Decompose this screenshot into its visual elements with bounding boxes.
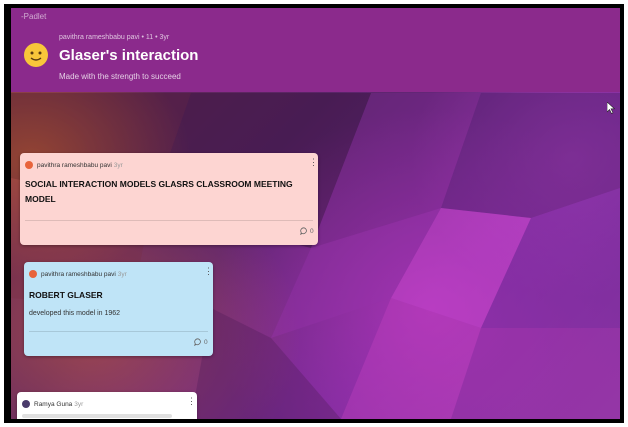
post-time: 3yr xyxy=(74,400,84,408)
post-title-line-1: SOCIAL INTERACTION MODELS GLASRS CLASSRO… xyxy=(25,179,293,189)
post-content-blurred xyxy=(22,414,172,418)
post-header: pavithra rameshbabu pavi 3yr xyxy=(25,159,123,171)
comment-count: 0 xyxy=(204,338,208,346)
post-title-line-2: MODEL xyxy=(25,194,56,204)
comment-icon xyxy=(300,227,307,235)
comment-icon xyxy=(194,338,201,346)
post-time: 3yr xyxy=(117,270,127,278)
mouse-cursor-icon xyxy=(607,102,615,114)
board-subtitle: Made with the strength to succeed xyxy=(59,72,181,81)
screenshot-frame: -Padlet pavithra rameshbabu pavi • 11 • … xyxy=(4,4,624,423)
post-divider xyxy=(29,331,208,332)
post-title: ROBERT GLASER xyxy=(29,290,103,300)
board-header: -Padlet pavithra rameshbabu pavi • 11 • … xyxy=(11,8,620,92)
more-vertical-icon[interactable]: ⋮ xyxy=(187,397,196,406)
comment-count: 0 xyxy=(310,227,314,235)
post-time: 3yr xyxy=(113,161,123,169)
board-meta: pavithra rameshbabu pavi • 11 • 3yr xyxy=(59,34,170,41)
post-header: pavithra rameshbabu pavi 3yr xyxy=(29,268,127,280)
post-body: developed this model in 1962 xyxy=(29,310,121,317)
comment-button[interactable]: 0 xyxy=(194,338,208,346)
post-card-1[interactable]: pavithra rameshbabu pavi 3yr ⋮ SOCIAL IN… xyxy=(20,153,318,245)
post-header: Ramya Guna 3yr xyxy=(22,398,83,410)
comment-button[interactable]: 0 xyxy=(300,227,314,235)
more-vertical-icon[interactable]: ⋮ xyxy=(309,158,318,167)
post-author: pavithra rameshbabu pavi xyxy=(41,270,116,278)
more-vertical-icon[interactable]: ⋮ xyxy=(204,267,213,276)
padlet-brand[interactable]: -Padlet xyxy=(21,12,46,21)
avatar xyxy=(22,400,30,408)
avatar xyxy=(29,270,37,278)
post-divider xyxy=(25,220,313,221)
post-card-3[interactable]: Ramya Guna 3yr ⋮ xyxy=(17,392,197,419)
post-card-2[interactable]: pavithra rameshbabu pavi 3yr ⋮ ROBERT GL… xyxy=(24,262,213,356)
post-author: pavithra rameshbabu pavi xyxy=(37,161,112,169)
avatar xyxy=(25,161,33,169)
padlet-screen: -Padlet pavithra rameshbabu pavi • 11 • … xyxy=(11,8,620,419)
post-author: Ramya Guna xyxy=(34,400,73,408)
smiling-face-emoji xyxy=(24,43,48,67)
post-title: SOCIAL INTERACTION MODELS GLASRS CLASSRO… xyxy=(25,177,313,207)
board-title: Glaser's interaction xyxy=(59,47,199,64)
